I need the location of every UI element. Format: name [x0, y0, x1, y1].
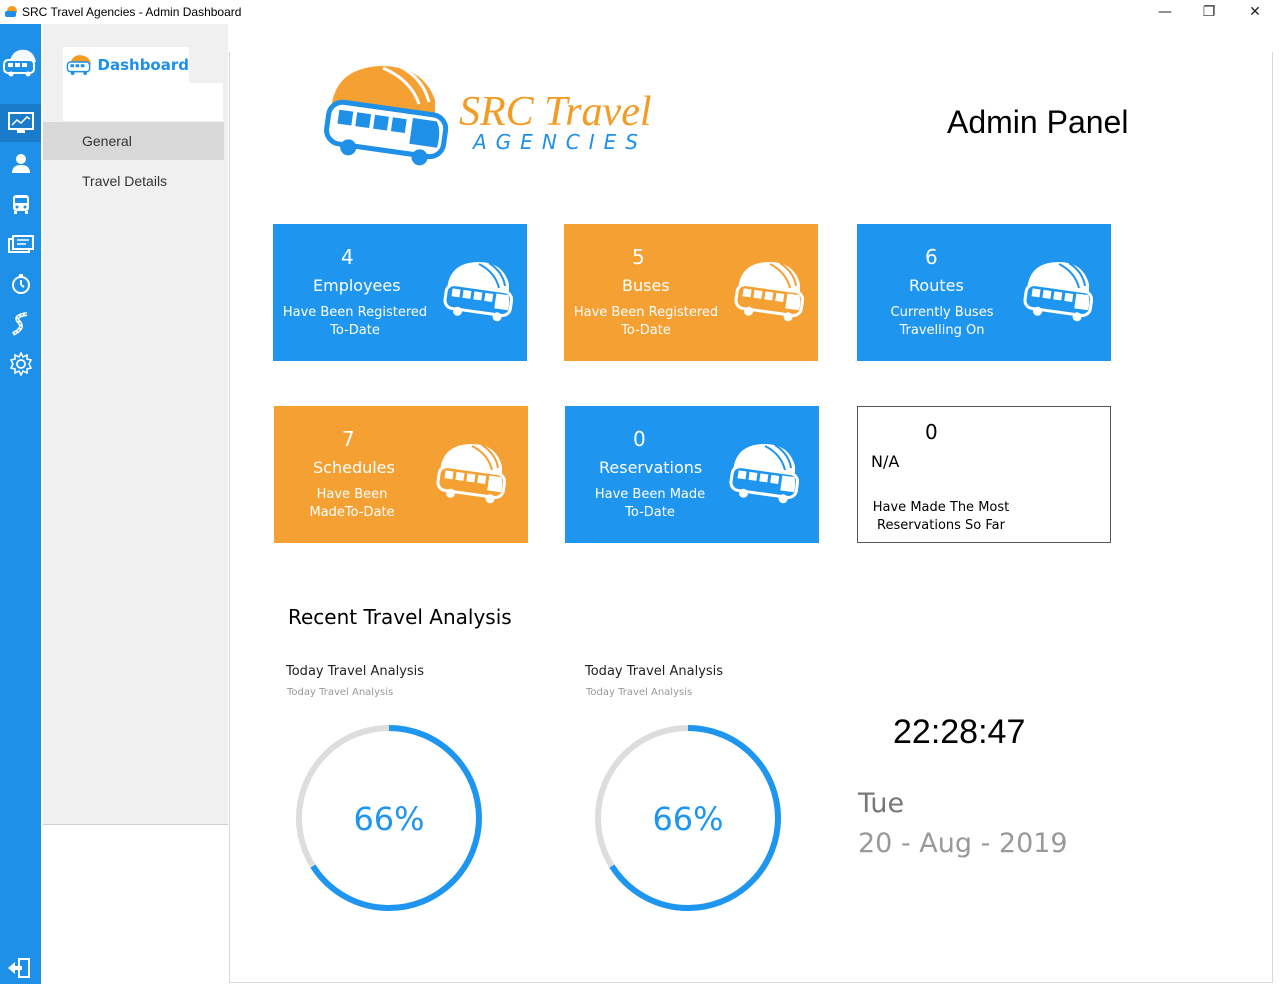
progress-gauge: 66% [296, 725, 482, 911]
restore-icon: ❐ [1202, 4, 1216, 20]
stat-card-name: Schedules [313, 458, 395, 477]
stat-card-number: 5 [632, 245, 645, 269]
stat-card-name: Reservations [599, 458, 703, 477]
stat-card-desc: Have Made The Most Reservations So Far [858, 499, 1024, 535]
stat-card-name: Buses [622, 276, 670, 295]
icon-rail [0, 24, 41, 984]
clock-day: Tue [858, 788, 905, 819]
stat-card-desc-line1: Have Been Made [594, 487, 706, 502]
stat-card-desc: Have Been MadeTo-Date [274, 486, 430, 522]
bus-logo-icon [443, 262, 513, 322]
gauge-title: Today Travel Analysis [585, 664, 724, 679]
bus-icon [12, 195, 29, 214]
subnav-brand-label: Dashboard [97, 56, 189, 74]
stat-card-desc: Have Been Registered To-Date [273, 304, 437, 340]
bus-logo-icon [1023, 262, 1093, 322]
stat-card-desc-line1: Have Been [316, 487, 388, 502]
subnav-item-general[interactable]: General [43, 122, 224, 160]
gauge-subtitle: Today Travel Analysis [586, 687, 693, 698]
stat-card-desc-line1: Have Been Registered [573, 305, 719, 320]
stat-card-desc-line1: Have Been Registered [282, 305, 428, 320]
stat-card-routes[interactable]: 6 Routes Currently Buses Travelling On [857, 224, 1111, 361]
logo-text-secondary: AGENCIES [473, 130, 647, 154]
stat-card-desc: Have Been Registered To-Date [564, 304, 728, 340]
bus-logo-icon [436, 444, 506, 504]
bus-logo-icon [66, 55, 92, 75]
section-title: Recent Travel Analysis [288, 605, 512, 629]
main-content: SRC Travel AGENCIES Admin Panel 4 Employ… [229, 52, 1273, 983]
stat-card-desc-line2: Reservations So Far [877, 518, 1005, 533]
gauge-subtitle: Today Travel Analysis [287, 687, 394, 698]
app-icon [5, 6, 17, 17]
stat-card-name: Routes [909, 276, 964, 295]
clock-date: 20 - Aug - 2019 [858, 828, 1068, 859]
stat-card-name: Employees [313, 276, 401, 295]
progress-gauge: 66% [595, 725, 781, 911]
road-icon [11, 312, 27, 336]
sub-navigation: Dashboard General Travel Details [41, 24, 229, 984]
gauge-value: 66% [353, 800, 424, 838]
clock-time: 22:28:47 [893, 713, 1026, 751]
page-title: Admin Panel [947, 104, 1129, 140]
stat-card-desc: Have Been Made To-Date [565, 486, 735, 522]
stat-card-desc-line2: To-Date [625, 505, 675, 520]
stat-card-number: 7 [342, 427, 355, 451]
stat-card-buses[interactable]: 5 Buses Have Been Registered To-Date [564, 224, 818, 361]
gear-icon [9, 352, 32, 376]
rail-users[interactable] [0, 144, 41, 182]
stat-card-number: 0 [633, 427, 646, 451]
stat-card-top-customer[interactable]: 0 N/A Have Made The Most Reservations So… [857, 406, 1111, 543]
minimize-button[interactable]: — [1142, 0, 1188, 24]
stat-card-number: 4 [341, 245, 354, 269]
subnav-divider [43, 824, 228, 825]
close-button[interactable]: ✕ [1232, 0, 1278, 24]
rail-routes[interactable] [0, 305, 41, 343]
company-logo: SRC Travel AGENCIES [323, 60, 668, 172]
gauge-value: 66% [652, 800, 723, 838]
subnav-item-label: Travel Details [82, 173, 168, 189]
stat-card-number: 0 [925, 420, 938, 444]
stat-card-name: N/A [871, 452, 900, 471]
subnav-item-travel-details[interactable]: Travel Details [43, 162, 224, 200]
stat-card-reservations[interactable]: 0 Reservations Have Been Made To-Date [565, 406, 819, 543]
stopwatch-icon [11, 274, 30, 294]
rail-settings[interactable] [0, 345, 41, 383]
stat-card-desc-line2: To-Date [330, 323, 380, 338]
ticket-icon [7, 235, 34, 253]
subnav-item-label: General [82, 133, 132, 149]
stat-card-schedules[interactable]: 7 Schedules Have Been MadeTo-Date [274, 406, 528, 543]
subnav-brand[interactable]: Dashboard [63, 47, 189, 83]
close-icon: ✕ [1249, 4, 1261, 20]
stat-card-desc-line2: MadeTo-Date [309, 505, 395, 520]
logout-icon[interactable] [6, 956, 34, 980]
stat-card-employees[interactable]: 4 Employees Have Been Registered To-Date [273, 224, 527, 361]
minimize-icon: — [1158, 4, 1172, 20]
stat-card-desc-line1: Currently Buses [890, 305, 994, 320]
bus-logo-icon [324, 64, 449, 166]
stat-card-desc: Currently Buses Travelling On [857, 304, 1027, 340]
stat-card-desc-line2: To-Date [621, 323, 671, 338]
stat-card-number: 6 [925, 245, 938, 269]
stat-card-desc-line1: Have Made The Most [872, 500, 1010, 515]
gauge-title: Today Travel Analysis [286, 664, 425, 679]
rail-buses[interactable] [0, 185, 41, 223]
bus-logo-icon [734, 262, 804, 322]
user-icon [11, 154, 30, 173]
restore-button[interactable]: ❐ [1186, 0, 1232, 24]
rail-dashboard[interactable] [0, 104, 41, 142]
bus-logo-icon [3, 49, 36, 77]
monitor-chart-icon [7, 112, 34, 133]
logo-text-primary: SRC Travel [459, 89, 652, 135]
window-titlebar: SRC Travel Agencies - Admin Dashboard — … [0, 0, 1280, 24]
window-title: SRC Travel Agencies - Admin Dashboard [22, 5, 242, 19]
subnav-brand-pad [63, 83, 223, 121]
stat-card-desc-line2: Travelling On [899, 323, 985, 338]
rail-tickets[interactable] [0, 225, 41, 263]
bus-logo-icon [729, 444, 799, 504]
rail-schedules[interactable] [0, 265, 41, 303]
